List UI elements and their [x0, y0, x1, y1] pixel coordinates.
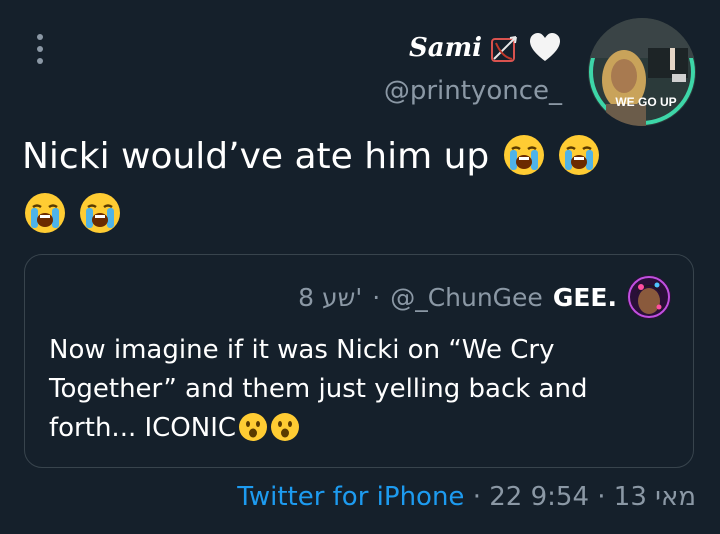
author-name-text: Sami: [408, 33, 482, 63]
quoted-tweet-text: Now imagine if it was Nicki on “We Cry T…: [49, 331, 669, 454]
loudly-crying-face-icon: [503, 134, 545, 190]
tweet-time[interactable]: 9:54: [531, 482, 589, 512]
author-handle[interactable]: @printyonce_: [384, 76, 562, 106]
quoted-tweet-card[interactable]: 8 שע' · @_ChunGee GEE. Now imagine if it…: [24, 254, 694, 468]
footer-separator: ·: [472, 482, 481, 512]
footer-separator: ·: [597, 482, 606, 512]
more-options-button[interactable]: [28, 34, 52, 64]
quoted-tweet-body: Now imagine if it was Nicki on “We Cry T…: [49, 335, 588, 443]
dot: [37, 58, 43, 64]
tweet-source-link[interactable]: Twitter for iPhone: [237, 482, 464, 512]
hushed-face-icon: [270, 412, 300, 454]
quoted-tweet-header: 8 שע' · @_ChunGee GEE.: [298, 275, 671, 319]
avatar-image: WE GO UP: [588, 18, 696, 126]
dot: [37, 34, 43, 40]
author-avatar[interactable]: WE GO UP: [588, 18, 696, 126]
quoted-avatar-image: [627, 275, 671, 319]
loudly-crying-face-icon: [79, 192, 121, 248]
tweet-body: Nicki would’ve ate him up: [22, 136, 490, 177]
bow-and-arrow-icon: [491, 36, 517, 62]
quoted-tweet-author-name[interactable]: GEE.: [553, 283, 617, 312]
quoted-tweet-handle[interactable]: @_ChunGee: [390, 283, 543, 312]
author-display-name[interactable]: Sami: [384, 28, 562, 68]
quoted-tweet-avatar[interactable]: [627, 275, 671, 319]
tweet-date[interactable]: 22 מאי 13: [489, 482, 696, 512]
avatar-caption: WE GO UP: [615, 95, 676, 109]
hushed-face-icon: [238, 412, 268, 454]
tweet-metadata: Twitter for iPhone · 22 מאי 13 · 9:54: [237, 482, 696, 512]
loudly-crying-face-icon: [24, 192, 66, 248]
tweet-text: Nicki would’ve ate him up: [22, 132, 702, 248]
tweet-author[interactable]: Sami @printyonce_: [384, 28, 562, 106]
white-heart-icon: [530, 33, 560, 61]
quoted-tweet-time: 8 שע': [298, 282, 363, 312]
loudly-crying-face-icon: [558, 134, 600, 190]
dot: [37, 46, 43, 52]
quoted-tweet-separator: ·: [372, 282, 381, 312]
